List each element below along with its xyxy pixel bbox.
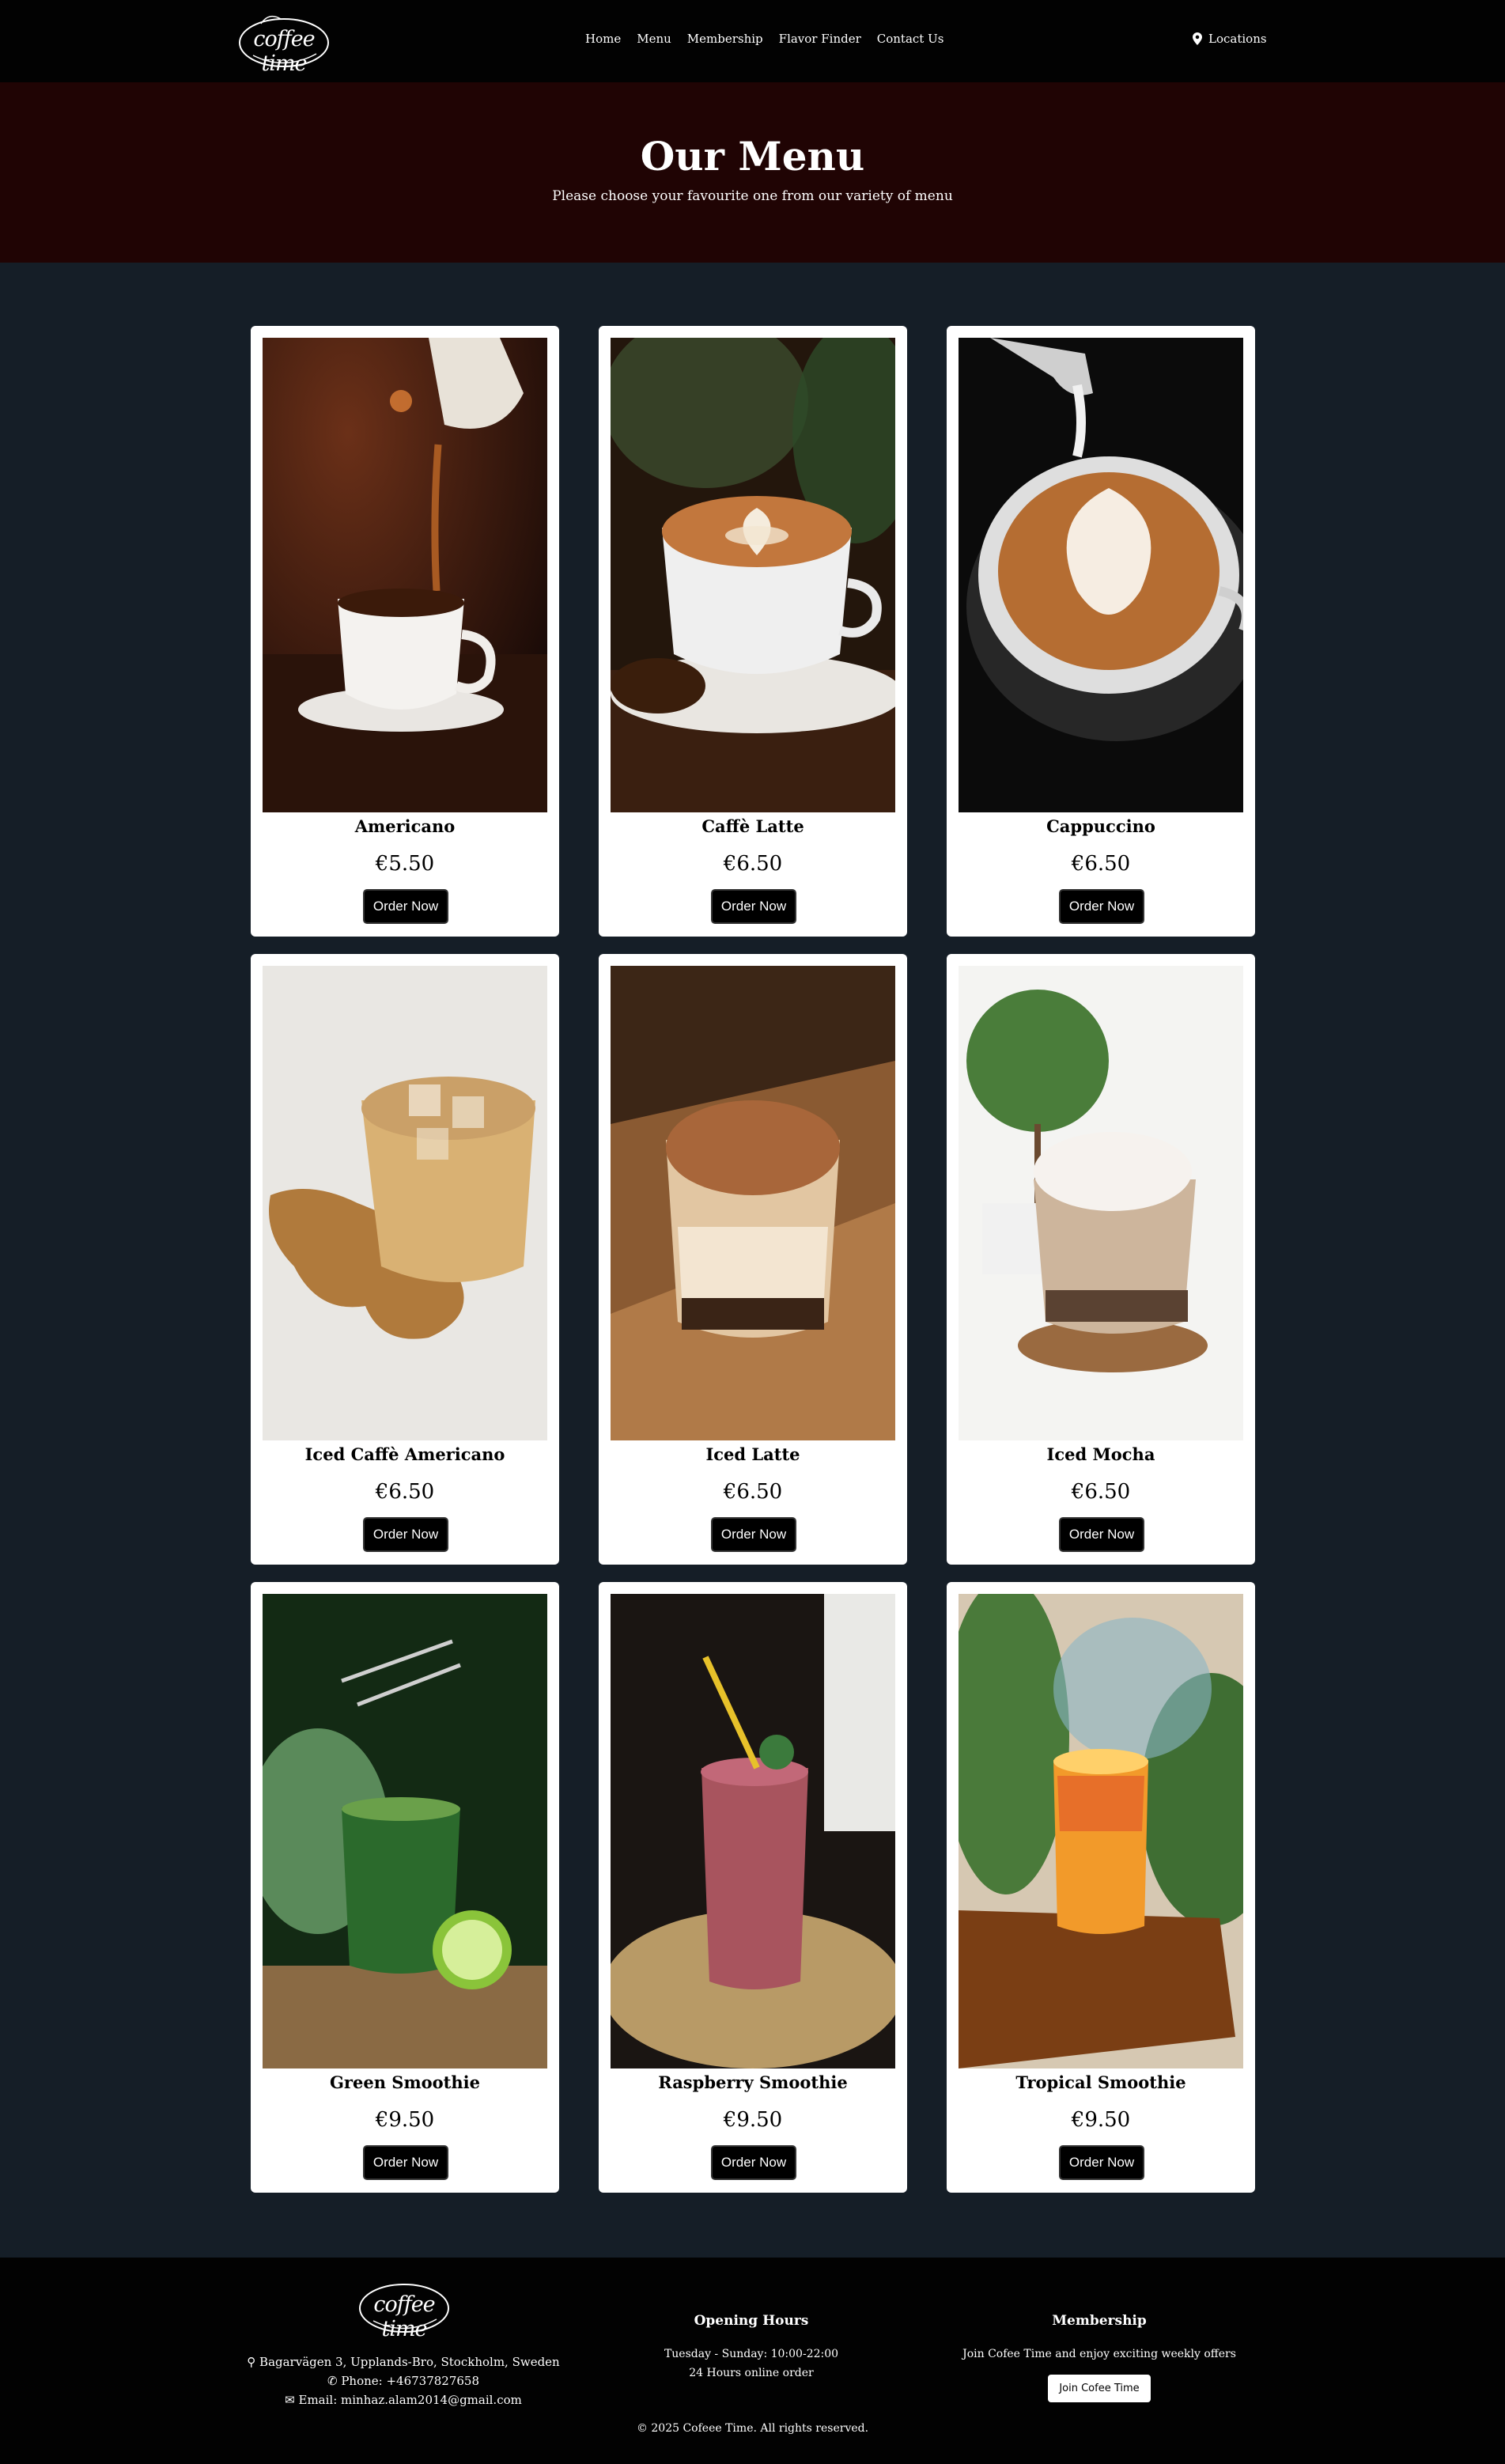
membership-title: Membership xyxy=(1052,2313,1147,2329)
menu-item-price: €5.50 xyxy=(375,852,435,876)
map-pin-icon: ⚲ xyxy=(247,2355,256,2369)
menu-item-name: Green Smoothie xyxy=(329,2072,480,2092)
top-navbar: coffee time Home Menu Membership Flavor … xyxy=(0,0,1505,82)
americano-photo xyxy=(263,338,547,812)
order-now-button[interactable]: Order Now xyxy=(1059,2145,1144,2180)
menu-card: Green Smoothie €9.50 Order Now xyxy=(251,1582,559,2193)
menu-item-name: Iced Mocha xyxy=(1046,1444,1155,1464)
menu-card: Iced Caffè Americano €6.50 Order Now xyxy=(251,954,559,1565)
hero-banner: Our Menu Please choose your favourite on… xyxy=(0,82,1505,263)
logo-text: coffee time xyxy=(253,27,315,76)
copyright-text: 2025 Cofeee Time. All rights reserved. xyxy=(651,2422,869,2435)
iced-latte-photo xyxy=(611,966,895,1440)
footer-logo-text: coffee time xyxy=(373,2292,435,2341)
page-title: Our Menu xyxy=(640,133,865,180)
opening-hours-title: Opening Hours xyxy=(694,2313,809,2329)
membership: Membership Join Cofee Time and enjoy exc… xyxy=(909,2313,1289,2402)
order-now-button[interactable]: Order Now xyxy=(363,2145,448,2180)
locations-link[interactable]: Locations xyxy=(1193,32,1267,46)
menu-item-price: €6.50 xyxy=(1071,852,1131,876)
nav-link-menu[interactable]: Menu xyxy=(637,32,671,46)
nav-links: Home Menu Membership Flavor Finder Conta… xyxy=(585,32,943,46)
menu-card: Americano €5.50 Order Now xyxy=(251,326,559,937)
order-now-button[interactable]: Order Now xyxy=(363,1517,448,1552)
tropical-smoothie-photo xyxy=(959,1594,1243,2068)
envelope-icon: ✉ xyxy=(285,2393,295,2407)
menu-item-price: €6.50 xyxy=(1071,1480,1131,1504)
menu-item-price: €6.50 xyxy=(723,1480,783,1504)
nav-link-contact-us[interactable]: Contact Us xyxy=(877,32,944,46)
menu-card: Raspberry Smoothie €9.50 Order Now xyxy=(599,1582,907,2193)
nav-link-membership[interactable]: Membership xyxy=(687,32,763,46)
menu-item-name: Raspberry Smoothie xyxy=(658,2072,848,2092)
menu-card: Cappuccino €6.50 Order Now xyxy=(947,326,1255,937)
order-now-button[interactable]: Order Now xyxy=(1059,889,1144,924)
opening-hours: Opening Hours Tuesday - Sunday: 10:00-22… xyxy=(585,2313,917,2383)
footer-email-row: ✉ Email: minhaz.alam2014@gmail.com xyxy=(190,2390,617,2409)
order-now-button[interactable]: Order Now xyxy=(363,889,448,924)
footer-logo[interactable]: coffee time xyxy=(357,2275,451,2341)
menu-card: Tropical Smoothie €9.50 Order Now xyxy=(947,1582,1255,2193)
footer-phone-row: ✆ Phone: +46737827658 xyxy=(190,2371,617,2390)
online-order-line: 24 Hours online order xyxy=(689,2367,814,2379)
menu-card: Caffè Latte €6.50 Order Now xyxy=(599,326,907,937)
footer-address-row: ⚲ Bagarvägen 3, Upplands-Bro, Stockholm,… xyxy=(190,2352,617,2371)
menu-item-name: Caffè Latte xyxy=(701,816,804,836)
copyright: © 2025 Cofeee Time. All rights reserved. xyxy=(0,2422,1505,2435)
footer-phone: Phone: +46737827658 xyxy=(341,2374,480,2388)
menu-item-price: €9.50 xyxy=(1071,2108,1131,2132)
order-now-button[interactable]: Order Now xyxy=(711,2145,796,2180)
phone-icon: ✆ xyxy=(327,2374,338,2388)
footer-email: Email: minhaz.alam2014@gmail.com xyxy=(298,2393,522,2407)
join-button[interactable]: Join Cofee Time xyxy=(1048,2375,1151,2402)
nav-link-flavor-finder[interactable]: Flavor Finder xyxy=(779,32,861,46)
footer: coffee time ⚲ Bagarvägen 3, Upplands-Bro… xyxy=(0,2258,1505,2464)
copyright-icon: © xyxy=(636,2422,648,2435)
order-now-button[interactable]: Order Now xyxy=(1059,1517,1144,1552)
menu-item-price: €9.50 xyxy=(375,2108,435,2132)
menu-card: Iced Latte €6.50 Order Now xyxy=(599,954,907,1565)
order-now-button[interactable]: Order Now xyxy=(711,1517,796,1552)
coffee-time-logo[interactable]: coffee time xyxy=(237,8,331,76)
menu-item-name: Cappuccino xyxy=(1046,816,1155,836)
opening-hours-line: Tuesday - Sunday: 10:00-22:00 xyxy=(664,2348,839,2360)
green-smoothie-photo xyxy=(263,1594,547,2068)
locations-label: Locations xyxy=(1208,32,1267,46)
caffe-latte-photo xyxy=(611,338,895,812)
menu-item-name: Iced Caffè Americano xyxy=(304,1444,505,1464)
menu-grid: Americano €5.50 Order Now Caffè Latte €6… xyxy=(251,326,1255,2193)
order-now-button[interactable]: Order Now xyxy=(711,889,796,924)
footer-address: Bagarvägen 3, Upplands-Bro, Stockholm, S… xyxy=(259,2355,560,2369)
menu-card: Iced Mocha €6.50 Order Now xyxy=(947,954,1255,1565)
iced-mocha-photo xyxy=(959,966,1243,1440)
raspberry-smoothie-photo xyxy=(611,1594,895,2068)
menu-item-name: Tropical Smoothie xyxy=(1015,2072,1186,2092)
cappuccino-photo xyxy=(959,338,1243,812)
map-pin-icon xyxy=(1193,32,1202,45)
page-subtitle: Please choose your favourite one from ou… xyxy=(552,188,953,204)
menu-item-name: Americano xyxy=(354,816,456,836)
menu-item-name: Iced Latte xyxy=(705,1444,800,1464)
menu-item-price: €6.50 xyxy=(723,852,783,876)
menu-item-price: €9.50 xyxy=(723,2108,783,2132)
footer-contact: ⚲ Bagarvägen 3, Upplands-Bro, Stockholm,… xyxy=(190,2352,617,2409)
nav-link-home[interactable]: Home xyxy=(585,32,621,46)
menu-item-price: €6.50 xyxy=(375,1480,435,1504)
membership-text: Join Cofee Time and enjoy exciting weekl… xyxy=(962,2348,1236,2360)
iced-americano-photo xyxy=(263,966,547,1440)
